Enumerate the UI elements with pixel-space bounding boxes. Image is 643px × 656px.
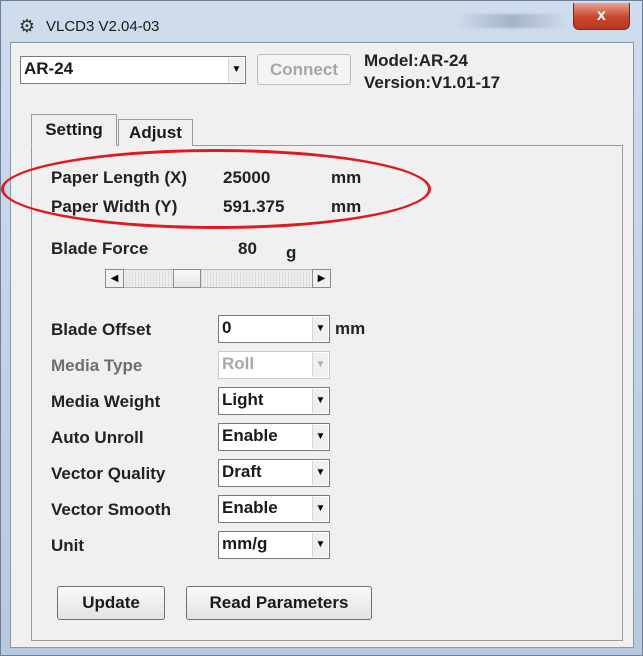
setting-select-value: Enable [222, 498, 278, 517]
setting-select-value: Draft [222, 462, 262, 481]
setting-label: Media Type [51, 356, 143, 375]
setting-select-value: Light [222, 390, 264, 409]
setting-select[interactable]: Enable ▼ [218, 423, 330, 451]
chevron-down-icon[interactable]: ▼ [312, 317, 328, 341]
chevron-down-icon: ▼ [312, 353, 328, 377]
blurred-title-region [457, 14, 567, 28]
setting-label: Media Weight [51, 392, 161, 411]
highlight-ellipse [1, 149, 431, 229]
chevron-down-icon[interactable]: ▼ [312, 425, 328, 449]
blade-force-slider[interactable]: ◀ ▶ [105, 269, 331, 288]
blade-force-unit: g [286, 243, 297, 262]
blade-offset-unit: mm [335, 319, 366, 338]
setting-select: Roll ▼ [218, 351, 330, 379]
setting-label: Auto Unroll [51, 428, 144, 447]
slider-thumb[interactable] [172, 269, 201, 288]
setting-select[interactable]: 0 ▼ [218, 315, 330, 343]
setting-select[interactable]: Draft ▼ [218, 459, 330, 487]
close-button[interactable]: x [573, 3, 630, 30]
setting-select-value: 0 [222, 318, 232, 337]
connect-button[interactable]: Connect [257, 54, 351, 85]
title-bar[interactable]: ⚙ VLCD3 V2.04-03 x [2, 2, 641, 42]
setting-label: Blade Offset [51, 320, 152, 339]
setting-label: Vector Quality [51, 464, 166, 483]
version-info: Version:V1.01-17 [364, 73, 501, 92]
setting-label: Unit [51, 536, 85, 555]
tab-adjust[interactable]: Adjust [118, 119, 193, 146]
window-title: VLCD3 V2.04-03 [46, 18, 160, 35]
scroll-left-icon[interactable]: ◀ [105, 269, 124, 288]
chevron-down-icon[interactable]: ▼ [228, 58, 244, 82]
model-info: Model:AR-24 [364, 51, 468, 70]
setting-select-value: Roll [222, 354, 255, 373]
scroll-right-icon[interactable]: ▶ [312, 269, 331, 288]
gear-icon: ⚙ [18, 16, 36, 36]
setting-label: Vector Smooth [51, 500, 171, 519]
blade-force-value: 80 [238, 239, 257, 258]
chevron-down-icon[interactable]: ▼ [312, 533, 328, 557]
tab-setting[interactable]: Setting [31, 114, 117, 146]
setting-select[interactable]: Enable ▼ [218, 495, 330, 523]
chevron-down-icon[interactable]: ▼ [312, 497, 328, 521]
app-window: ⚙ VLCD3 V2.04-03 x AR-24 ▼ Connect Model… [0, 0, 643, 656]
blade-force-label: Blade Force [51, 239, 149, 258]
update-button[interactable]: Update [57, 586, 165, 620]
setting-select-value: Enable [222, 426, 278, 445]
model-select-value: AR-24 [24, 59, 74, 78]
close-icon: x [597, 7, 606, 24]
setting-select[interactable]: mm/g ▼ [218, 531, 330, 559]
setting-select[interactable]: Light ▼ [218, 387, 330, 415]
setting-select-value: mm/g [222, 534, 268, 553]
read-parameters-button[interactable]: Read Parameters [186, 586, 372, 620]
chevron-down-icon[interactable]: ▼ [312, 461, 328, 485]
chevron-down-icon[interactable]: ▼ [312, 389, 328, 413]
model-select[interactable]: AR-24 ▼ [20, 56, 246, 84]
